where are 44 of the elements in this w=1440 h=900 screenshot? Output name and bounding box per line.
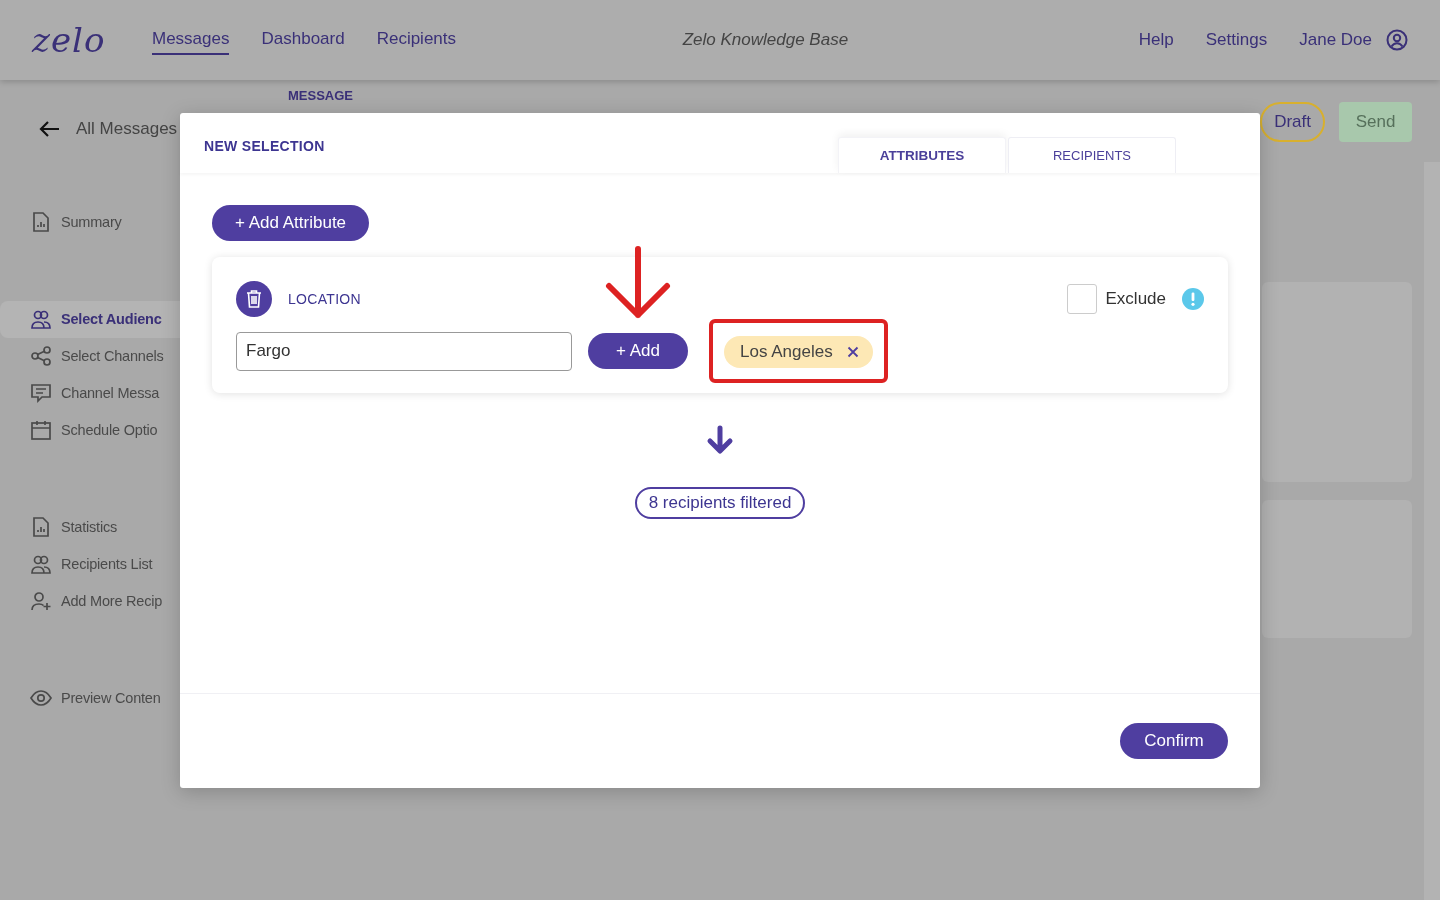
- sidebar-item[interactable]: Add More Recip: [0, 583, 180, 620]
- share-icon: [30, 345, 52, 367]
- report-icon: [30, 516, 52, 538]
- people-icon: [30, 308, 52, 330]
- people-icon: [30, 553, 52, 575]
- exclude-label: Exclude: [1105, 289, 1166, 309]
- add-button[interactable]: + Add: [588, 333, 688, 369]
- tab[interactable]: RECIPIENTS: [1008, 137, 1176, 173]
- sidebar-item[interactable]: Statistics: [0, 509, 180, 546]
- back-link[interactable]: All Messages: [76, 119, 178, 139]
- attribute-name: LOCATION: [288, 291, 361, 307]
- eye-icon: [30, 687, 52, 709]
- user-icon[interactable]: [1386, 29, 1408, 51]
- location-input[interactable]: Fargo: [236, 331, 572, 371]
- exclude-checkbox[interactable]: [1066, 284, 1097, 314]
- user-name[interactable]: Jane Doe: [1299, 26, 1372, 54]
- knowledge-base-link[interactable]: Zelo Knowledge Base: [572, 30, 959, 50]
- add-person-icon: [30, 590, 52, 612]
- nav-link[interactable]: Dashboard: [261, 25, 345, 55]
- sidebar-item[interactable]: Channel Messa: [0, 375, 180, 412]
- add-attribute-button[interactable]: + Add Attribute: [212, 205, 370, 241]
- tab[interactable]: ATTRIBUTES: [838, 137, 1006, 173]
- report-icon: [30, 211, 52, 233]
- calendar-icon: [30, 419, 52, 441]
- sidebar-item[interactable]: Recipients List: [0, 546, 180, 583]
- nav-link[interactable]: Messages: [152, 25, 230, 55]
- confirm-button[interactable]: Confirm: [1120, 723, 1228, 759]
- nav-link[interactable]: Recipients: [376, 25, 457, 55]
- sidebar-item[interactable]: Summary: [0, 204, 180, 241]
- header-link[interactable]: Help: [1138, 26, 1174, 54]
- chip-label: Los Angeles: [740, 342, 833, 362]
- section-heading: MESSAGE: [288, 88, 353, 105]
- recipients-count: 8 recipients filtered: [634, 487, 806, 519]
- sidebar-item[interactable]: Select Channels: [0, 338, 180, 375]
- logo[interactable]: zelo: [32, 20, 152, 60]
- back-arrow-icon[interactable]: [38, 120, 60, 138]
- sidebar-item[interactable]: Schedule Optio: [0, 412, 180, 449]
- dialog-title: NEW SELECTION: [204, 138, 325, 154]
- sidebar-item[interactable]: Select Audienc: [0, 301, 180, 338]
- delete-icon[interactable]: [236, 281, 272, 317]
- chat-icon: [30, 382, 52, 404]
- header-link[interactable]: Settings: [1205, 26, 1268, 54]
- remove-icon[interactable]: [846, 346, 859, 358]
- sidebar-item[interactable]: Preview Conten: [0, 680, 180, 717]
